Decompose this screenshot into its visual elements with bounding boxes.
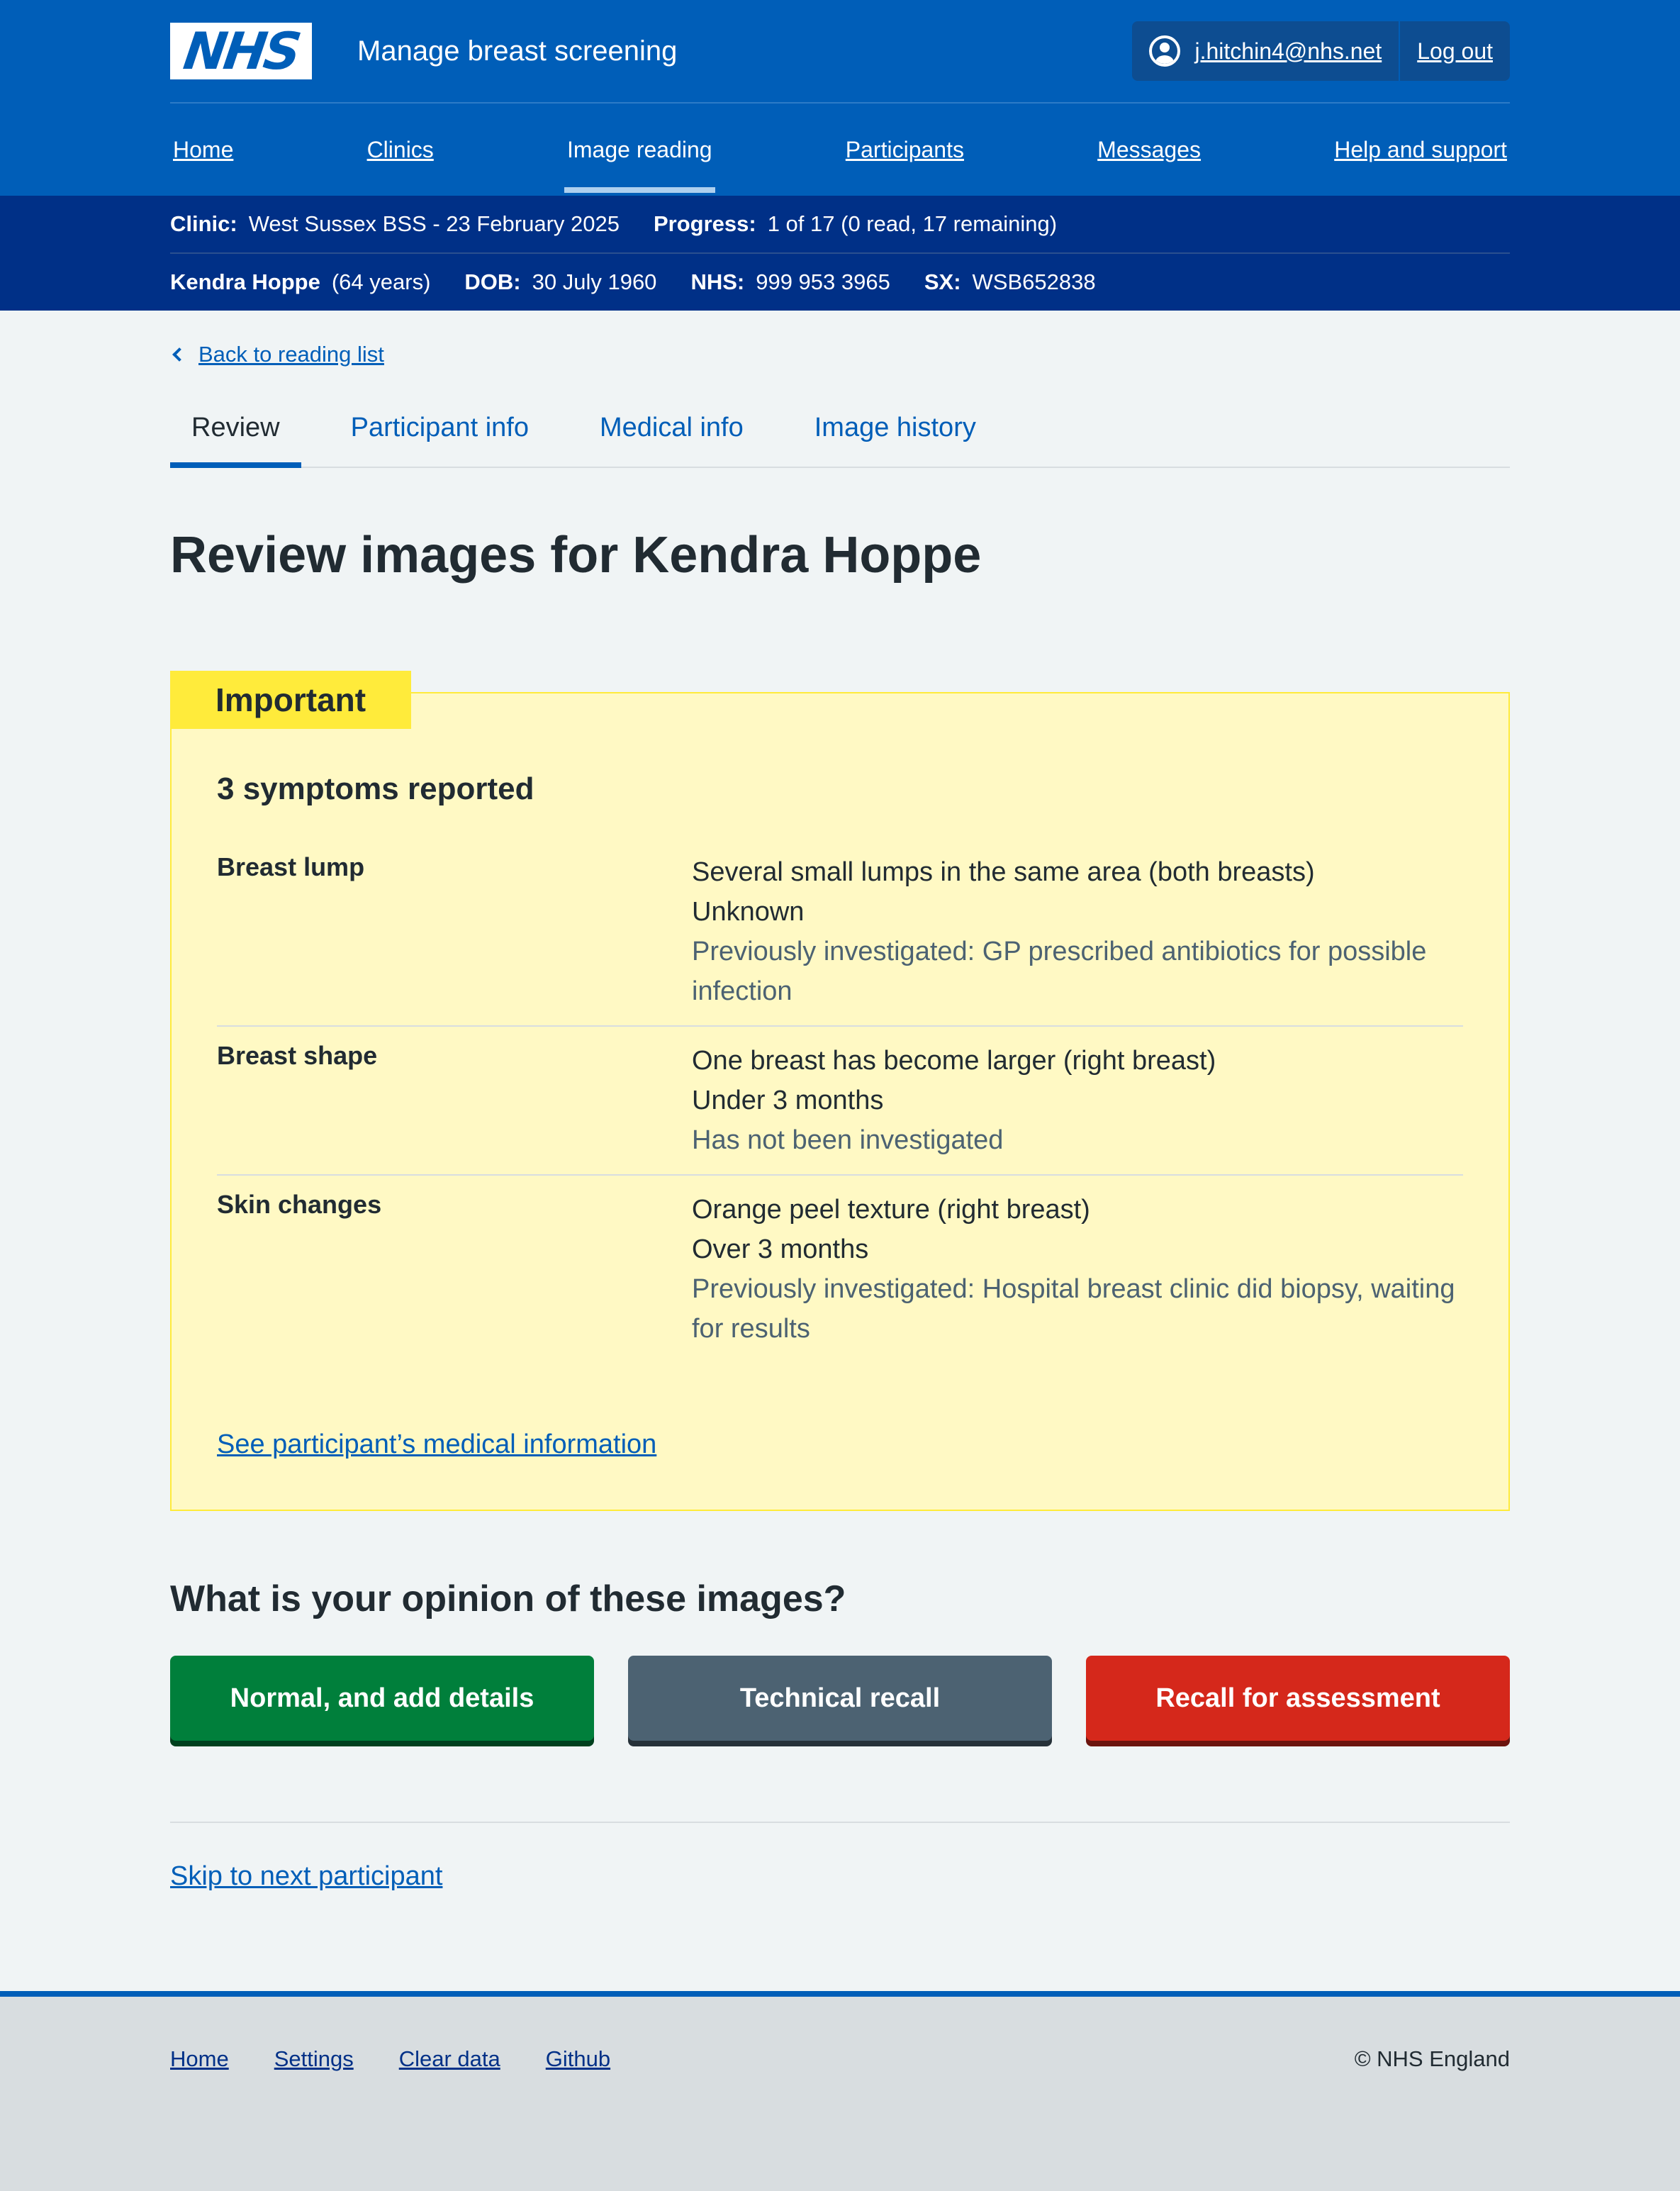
important-callout: Important 3 symptoms reported Breast lum… (170, 671, 1510, 1512)
footer-link-settings[interactable]: Settings (274, 2046, 354, 2072)
important-label: Important (170, 671, 412, 730)
main-content: Back to reading list Review Participant … (170, 342, 1510, 1892)
nhs-logo[interactable]: NHS (170, 21, 312, 81)
symptom-row: Skin changes Orange peel texture (right … (217, 1176, 1463, 1363)
nav-help-and-support[interactable]: Help and support (1331, 137, 1510, 163)
footer-link-clear-data[interactable]: Clear data (399, 2046, 500, 2072)
clinic-label: Clinic: (170, 211, 237, 236)
tab-review[interactable]: Review (170, 391, 301, 468)
tab-participant-info[interactable]: Participant info (330, 391, 550, 467)
primary-navigation: Home Clinics Image reading Participants … (170, 104, 1510, 196)
symptom-row: Breast shape One breast has become large… (217, 1027, 1463, 1176)
nav-messages[interactable]: Messages (1094, 137, 1204, 163)
symptom-row: Breast lump Several small lumps in the s… (217, 838, 1463, 1027)
symptom-details: One breast has become larger (right brea… (692, 1041, 1463, 1160)
progress-value: 1 of 17 (0 read, 17 remaining) (767, 211, 1058, 236)
footer-link-github[interactable]: Github (546, 2046, 610, 2072)
sx-value: WSB652838 (972, 269, 1096, 294)
clinic-value: West Sussex BSS - 23 February 2025 (248, 211, 620, 236)
technical-recall-button[interactable]: Technical recall (628, 1656, 1052, 1741)
symptom-description: Orange peel texture (right breast) (692, 1195, 1090, 1225)
symptom-investigation: Previously investigated: Hospital breast… (692, 1274, 1455, 1344)
dob-label: DOB: (464, 269, 521, 294)
site-header: NHS Manage breast screening j.hitchin4@n… (0, 0, 1680, 196)
copyright: © NHS England (1354, 2046, 1510, 2071)
service-name[interactable]: Manage breast screening (357, 35, 677, 67)
symptom-duration: Under 3 months (692, 1086, 884, 1116)
site-footer: Home Settings Clear data Github © NHS En… (0, 1991, 1680, 2191)
account-user: j.hitchin4@nhs.net (1132, 21, 1399, 81)
symptom-name: Breast shape (217, 1041, 378, 1071)
nav-clinics[interactable]: Clinics (364, 137, 437, 163)
symptom-duration: Unknown (692, 897, 805, 927)
symptom-duration: Over 3 months (692, 1234, 869, 1265)
symptom-name: Skin changes (217, 1190, 382, 1220)
footer-link-home[interactable]: Home (170, 2046, 229, 2072)
progress-label: Progress: (653, 211, 756, 236)
header-top: NHS Manage breast screening j.hitchin4@n… (170, 0, 1510, 104)
clinic-progress-row: Clinic: West Sussex BSS - 23 February 20… (170, 196, 1510, 252)
section-divider (170, 1822, 1510, 1824)
chevron-left-icon (172, 347, 186, 362)
symptom-investigation: Previously investigated: GP prescribed a… (692, 937, 1427, 1007)
skip-to-next-participant-link[interactable]: Skip to next participant (170, 1861, 442, 1892)
back-to-reading-list-link[interactable]: Back to reading list (170, 342, 1510, 367)
participant-row: Kendra Hoppe (64 years) DOB: 30 July 196… (170, 252, 1510, 311)
footer-links: Home Settings Clear data Github © NHS En… (170, 2046, 1510, 2072)
nav-image-reading[interactable]: Image reading (564, 137, 715, 193)
symptom-details: Orange peel texture (right breast) Over … (692, 1190, 1463, 1349)
back-link-label: Back to reading list (198, 342, 384, 367)
logout-link[interactable]: Log out (1417, 38, 1493, 65)
account-logout: Log out (1400, 21, 1510, 81)
nhs-logo-text: NHS (179, 21, 303, 81)
nav-participants[interactable]: Participants (843, 137, 967, 163)
symptom-name: Breast lump (217, 852, 365, 882)
reading-context-bar: Clinic: West Sussex BSS - 23 February 20… (0, 196, 1680, 311)
opinion-heading: What is your opinion of these images? (170, 1578, 846, 1620)
tab-list: Review Participant info Medical info Ima… (170, 391, 1510, 468)
account-panel: j.hitchin4@nhs.net Log out (1132, 21, 1510, 81)
symptom-investigation: Has not been investigated (692, 1125, 1004, 1156)
dob-value: 30 July 1960 (532, 269, 657, 294)
symptom-description: One breast has become larger (right brea… (692, 1046, 1216, 1076)
participant-age: (64 years) (331, 269, 431, 294)
nhs-number-label: NHS: (690, 269, 745, 294)
symptom-description: Several small lumps in the same area (bo… (692, 857, 1315, 888)
opinion-buttons: Normal, and add details Technical recall… (170, 1656, 1510, 1741)
symptom-details: Several small lumps in the same area (bo… (692, 852, 1463, 1011)
nhs-number-value: 999 953 3965 (756, 269, 890, 294)
tab-image-history[interactable]: Image history (793, 391, 997, 467)
sx-label: SX: (924, 269, 961, 294)
recall-for-assessment-button[interactable]: Recall for assessment (1086, 1656, 1510, 1741)
user-email-link[interactable]: j.hitchin4@nhs.net (1194, 38, 1382, 65)
symptoms-heading: 3 symptoms reported (217, 771, 534, 807)
medical-information-link[interactable]: See participant’s medical information (217, 1429, 656, 1460)
participant-name: Kendra Hoppe (170, 269, 320, 294)
page-title: Review images for Kendra Hoppe (170, 527, 982, 584)
nav-home[interactable]: Home (170, 137, 236, 163)
user-icon (1149, 35, 1181, 67)
normal-button[interactable]: Normal, and add details (170, 1656, 594, 1741)
tab-medical-info[interactable]: Medical info (578, 391, 765, 467)
